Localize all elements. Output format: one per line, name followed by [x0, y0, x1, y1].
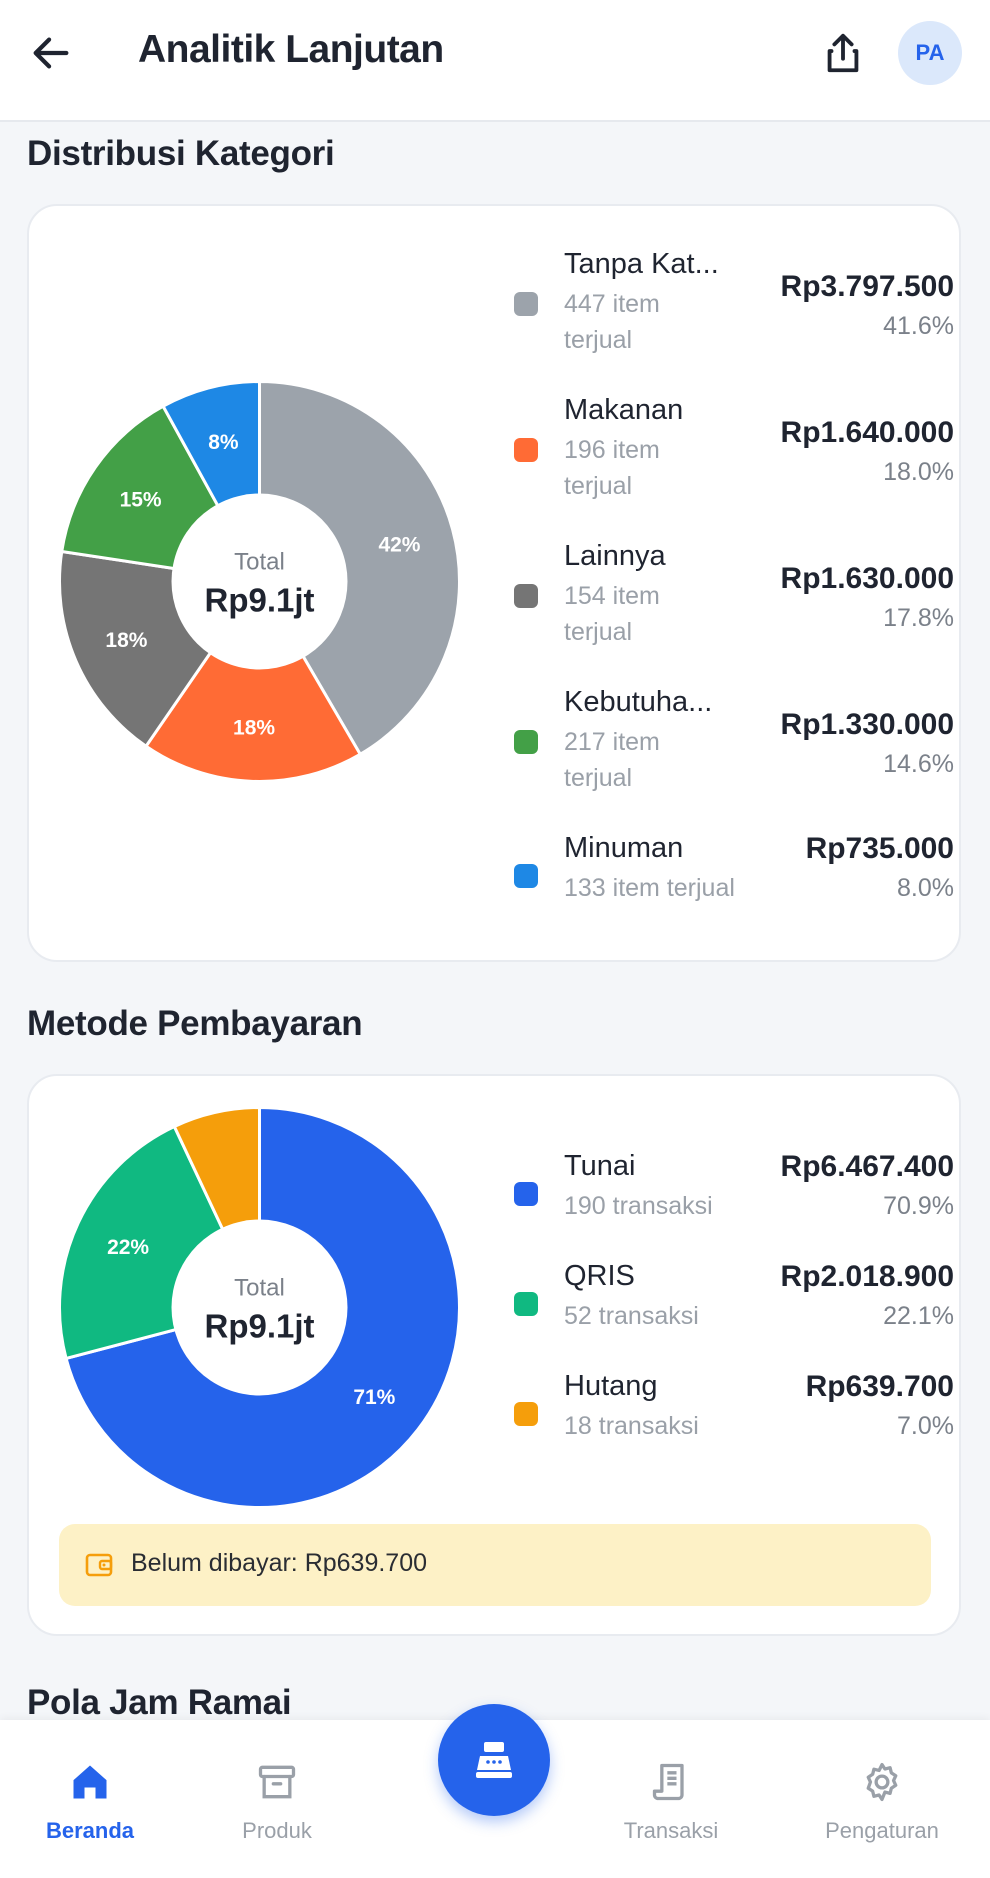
slice-label: 18% — [233, 716, 275, 739]
nav-label-produk: Produk — [242, 1818, 312, 1843]
legend-percent: 17.8% — [883, 604, 954, 632]
legend-name: Minuman — [564, 832, 684, 864]
legend-amount: Rp1.640.000 — [780, 416, 954, 449]
receipt-icon — [652, 1763, 684, 1801]
legend-amount: Rp1.630.000 — [780, 562, 954, 595]
page-title: Analitik Lanjutan — [138, 28, 444, 71]
share-icon[interactable] — [820, 30, 866, 76]
legend-percent: 18.0% — [883, 458, 954, 486]
legend-percent: 7.0% — [897, 1412, 954, 1440]
legend-name: Kebutuha... — [564, 686, 713, 718]
payment-section-title: Metode Pembayaran — [27, 1004, 363, 1043]
legend-percent: 70.9% — [883, 1192, 954, 1220]
unpaid-text: Belum dibayar: Rp639.700 — [131, 1549, 428, 1577]
legend-subtitle: 196 item terjual — [564, 436, 660, 500]
slice-label: 42% — [378, 534, 420, 557]
legend-swatch — [514, 292, 538, 316]
legend-item: QRIS 52 transaksi Rp2.018.900 22.1% — [514, 1260, 954, 1340]
cash-register-icon — [476, 1742, 512, 1778]
legend-subtitle: 52 transaksi — [564, 1302, 699, 1330]
legend-amount: Rp2.018.900 — [780, 1260, 954, 1293]
legend-subtitle: 447 item terjual — [564, 290, 660, 354]
nav-item-pengaturan[interactable]: Pengaturan — [797, 1720, 967, 1878]
legend-item: Minuman 133 item terjual Rp735.000 8.0% — [514, 832, 954, 912]
nav-label-transaksi: Transaksi — [623, 1818, 719, 1843]
legend-subtitle: 190 transaksi — [564, 1192, 713, 1220]
nav-label-pengaturan: Pengaturan — [825, 1818, 939, 1843]
legend-subtitle: 217 item terjual — [564, 728, 660, 792]
legend-swatch — [514, 730, 538, 754]
legend-percent: 41.6% — [883, 312, 954, 340]
archive-box-icon — [258, 1765, 296, 1799]
legend-item: Lainnya 154 item terjual Rp1.630.000 17.8% — [514, 540, 954, 650]
slice-label: 22% — [107, 1236, 149, 1259]
category-donut-chart: 42% 18% 18% 15% 8% Total Rp9.1jt — [58, 379, 461, 783]
legend-name: Hutang — [564, 1370, 658, 1402]
wallet-icon — [85, 1553, 113, 1577]
legend-swatch — [514, 1182, 538, 1206]
payment-card: 71% 22% Total Rp9.1jt Tunai 190 transaksi Rp6… — [27, 1074, 961, 1636]
legend-swatch — [514, 864, 538, 888]
unpaid-notice: Belum dibayar: Rp639.700 — [59, 1524, 931, 1606]
legend-subtitle: 18 transaksi — [564, 1412, 699, 1440]
legend-name: Tunai — [564, 1150, 636, 1182]
peak-hours-section-title: Pola Jam Ramai — [27, 1683, 292, 1722]
donut-center-label: Total — [234, 1275, 285, 1302]
legend-amount: Rp6.467.400 — [780, 1150, 954, 1183]
donut-center-value: Rp9.1jt — [204, 1308, 314, 1345]
slice-label: 8% — [208, 431, 239, 454]
legend-swatch — [514, 1402, 538, 1426]
slice-label: 71% — [353, 1386, 395, 1409]
app-bar: Analitik Lanjutan PA — [0, 0, 990, 122]
legend-item: Hutang 18 transaksi Rp639.700 7.0% — [514, 1370, 954, 1450]
donut-center-label: Total — [234, 549, 285, 576]
legend-amount: Rp3.797.500 — [780, 270, 954, 303]
legend-name: Tanpa Kat... — [564, 248, 719, 280]
nav-item-produk[interactable]: Produk — [192, 1720, 362, 1878]
slice-label: 18% — [105, 629, 147, 652]
category-section-title: Distribusi Kategori — [27, 134, 335, 173]
legend-name: Lainnya — [564, 540, 666, 572]
legend-item: Makanan 196 item terjual Rp1.640.000 18.0% — [514, 394, 954, 504]
cashier-fab-button[interactable] — [438, 1704, 550, 1816]
avatar[interactable]: PA — [898, 21, 962, 85]
legend-amount: Rp1.330.000 — [780, 708, 954, 741]
donut-center-value: Rp9.1jt — [204, 582, 314, 619]
legend-percent: 8.0% — [897, 874, 954, 902]
payment-donut-chart: 71% 22% Total Rp9.1jt — [58, 1105, 461, 1509]
nav-item-transaksi[interactable]: Transaksi — [586, 1720, 756, 1878]
legend-percent: 22.1% — [883, 1302, 954, 1330]
category-card: 42% 18% 18% 15% 8% Total Rp9.1jt Tanpa Kat... 4… — [27, 204, 961, 962]
nav-item-beranda[interactable]: Beranda — [5, 1720, 175, 1878]
home-icon — [73, 1765, 107, 1799]
gear-icon — [866, 1762, 898, 1802]
legend-name: Makanan — [564, 394, 684, 426]
legend-amount: Rp639.700 — [805, 1370, 954, 1403]
legend-subtitle: 133 item terjual — [564, 874, 735, 902]
legend-subtitle: 154 item terjual — [564, 582, 660, 646]
legend-item: Tunai 190 transaksi Rp6.467.400 70.9% — [514, 1150, 954, 1230]
legend-swatch — [514, 584, 538, 608]
legend-item: Tanpa Kat... 447 item terjual Rp3.797.500 4… — [514, 248, 954, 358]
legend-amount: Rp735.000 — [805, 832, 954, 865]
legend-item: Kebutuha... 217 item terjual Rp1.330.000 14… — [514, 686, 954, 796]
arrow-left-icon[interactable] — [28, 30, 74, 76]
legend-name: QRIS — [564, 1260, 635, 1292]
legend-swatch — [514, 438, 538, 462]
legend-swatch — [514, 1292, 538, 1316]
slice-label: 15% — [120, 488, 162, 511]
legend-percent: 14.6% — [883, 750, 954, 778]
nav-label-beranda: Beranda — [45, 1818, 135, 1843]
